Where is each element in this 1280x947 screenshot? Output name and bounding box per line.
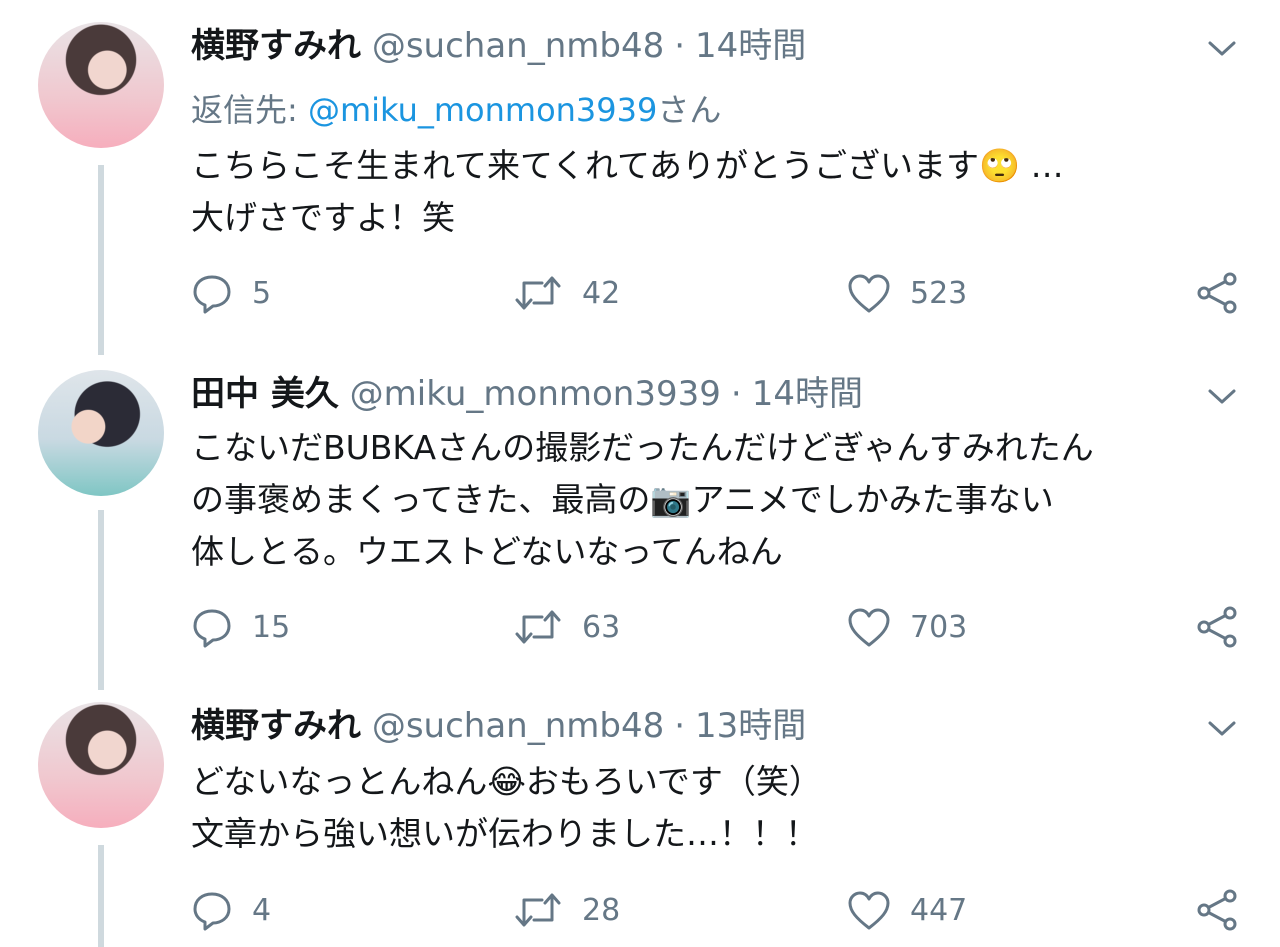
reply-button[interactable]: 4 <box>190 886 271 934</box>
timestamp[interactable]: 14時間 <box>752 374 863 414</box>
like-icon <box>848 274 890 313</box>
display-name[interactable]: 横野すみれ <box>191 706 361 746</box>
chevron-down-icon[interactable] <box>1206 380 1238 412</box>
tweet[interactable]: 横野すみれ @suchan_nmb48 · 13時間 どないなっとんねん😂おもろいで… <box>0 680 1280 947</box>
retweet-count: 28 <box>582 892 621 928</box>
retweet-icon <box>515 610 561 644</box>
share-button[interactable] <box>1194 886 1240 934</box>
reply-icon <box>193 275 231 314</box>
avatar[interactable] <box>38 702 164 828</box>
retweet-icon <box>515 276 561 310</box>
tweet-text-line: 文章から強い想いが伝わりました…！！！ <box>191 814 818 853</box>
reply-icon <box>193 609 231 648</box>
reply-to-mention[interactable]: @miku_monmon3939 <box>308 91 657 129</box>
like-button[interactable]: 447 <box>846 886 967 934</box>
reply-count: 5 <box>252 275 272 311</box>
tweet-text-line: の事褒めまくってきた、最高の📷アニメでしかみた事ない <box>191 480 1054 519</box>
tweet-actions: 4 28 447 <box>0 886 1280 934</box>
like-button[interactable]: 523 <box>846 269 967 317</box>
share-button[interactable] <box>1194 603 1240 651</box>
tweet-text-line: 体しとる。ウエストどないなってんねん <box>191 532 783 571</box>
retweet-button[interactable]: 63 <box>512 603 620 651</box>
reply-to-label: 返信先: <box>191 91 308 129</box>
tweet-text: こないだBUBKAさんの撮影だったんだけどぎゃんすみれたん の事褒めまくってきた… <box>191 422 1251 578</box>
separator-dot: · <box>674 26 686 66</box>
tweet-actions: 15 63 703 <box>0 603 1280 651</box>
user-handle[interactable]: @miku_monmon3939 <box>350 374 721 414</box>
like-count: 703 <box>910 609 968 645</box>
share-button[interactable] <box>1194 269 1240 317</box>
retweet-icon <box>515 893 561 927</box>
retweet-count: 42 <box>582 275 621 311</box>
tweet[interactable]: 横野すみれ @suchan_nmb48 · 14時間 返信先: @miku_monm… <box>0 0 1280 345</box>
tweet-header: 田中 美久 @miku_monmon3939 · 14時間 <box>191 372 863 416</box>
retweet-button[interactable]: 28 <box>512 886 620 934</box>
display-name[interactable]: 田中 美久 <box>191 374 339 414</box>
like-count: 447 <box>910 892 968 928</box>
tweet-header: 横野すみれ @suchan_nmb48 · 13時間 <box>191 704 806 748</box>
separator-dot: · <box>730 374 742 414</box>
timestamp[interactable]: 14時間 <box>695 26 806 66</box>
reply-to-suffix: さん <box>657 91 722 129</box>
display-name[interactable]: 横野すみれ <box>191 26 361 66</box>
tweet-actions: 5 42 523 <box>0 269 1280 317</box>
chevron-down-icon[interactable] <box>1206 712 1238 744</box>
like-button[interactable]: 703 <box>846 603 967 651</box>
tweet-text-line: 大げさですよ！笑 <box>191 198 455 237</box>
avatar[interactable] <box>38 370 164 496</box>
like-icon <box>848 891 890 930</box>
avatar[interactable] <box>38 22 164 148</box>
user-handle[interactable]: @suchan_nmb48 <box>372 706 664 746</box>
like-icon <box>848 608 890 647</box>
reply-to: 返信先: @miku_monmon3939さん <box>191 88 721 132</box>
user-handle[interactable]: @suchan_nmb48 <box>372 26 664 66</box>
like-count: 523 <box>910 275 968 311</box>
reply-count: 15 <box>252 609 291 645</box>
tweet-text: どないなっとんねん😂おもろいです（笑） 文章から強い想いが伝わりました…！！！ <box>191 756 1251 860</box>
tweet[interactable]: 田中 美久 @miku_monmon3939 · 14時間 こないだBUBKAさんの… <box>0 348 1280 680</box>
reply-button[interactable]: 5 <box>190 269 271 317</box>
retweet-count: 63 <box>582 609 621 645</box>
reply-icon <box>193 892 231 931</box>
tweet-header: 横野すみれ @suchan_nmb48 · 14時間 <box>191 24 806 68</box>
timestamp[interactable]: 13時間 <box>695 706 806 746</box>
reply-button[interactable]: 15 <box>190 603 290 651</box>
tweet-text-line: こちらこそ生まれて来てくれてありがとうございます🙄 … <box>191 146 1064 185</box>
retweet-button[interactable]: 42 <box>512 269 620 317</box>
tweet-text-line: どないなっとんねん😂おもろいです（笑） <box>191 762 822 801</box>
share-icon <box>1197 272 1237 314</box>
share-icon <box>1197 889 1237 931</box>
reply-count: 4 <box>252 892 272 928</box>
separator-dot: · <box>674 706 686 746</box>
tweet-text: こちらこそ生まれて来てくれてありがとうございます🙄 … 大げさですよ！笑 <box>191 140 1251 244</box>
tweet-text-line: こないだBUBKAさんの撮影だったんだけどぎゃんすみれたん <box>191 428 1094 467</box>
share-icon <box>1197 606 1237 648</box>
chevron-down-icon[interactable] <box>1206 32 1238 64</box>
